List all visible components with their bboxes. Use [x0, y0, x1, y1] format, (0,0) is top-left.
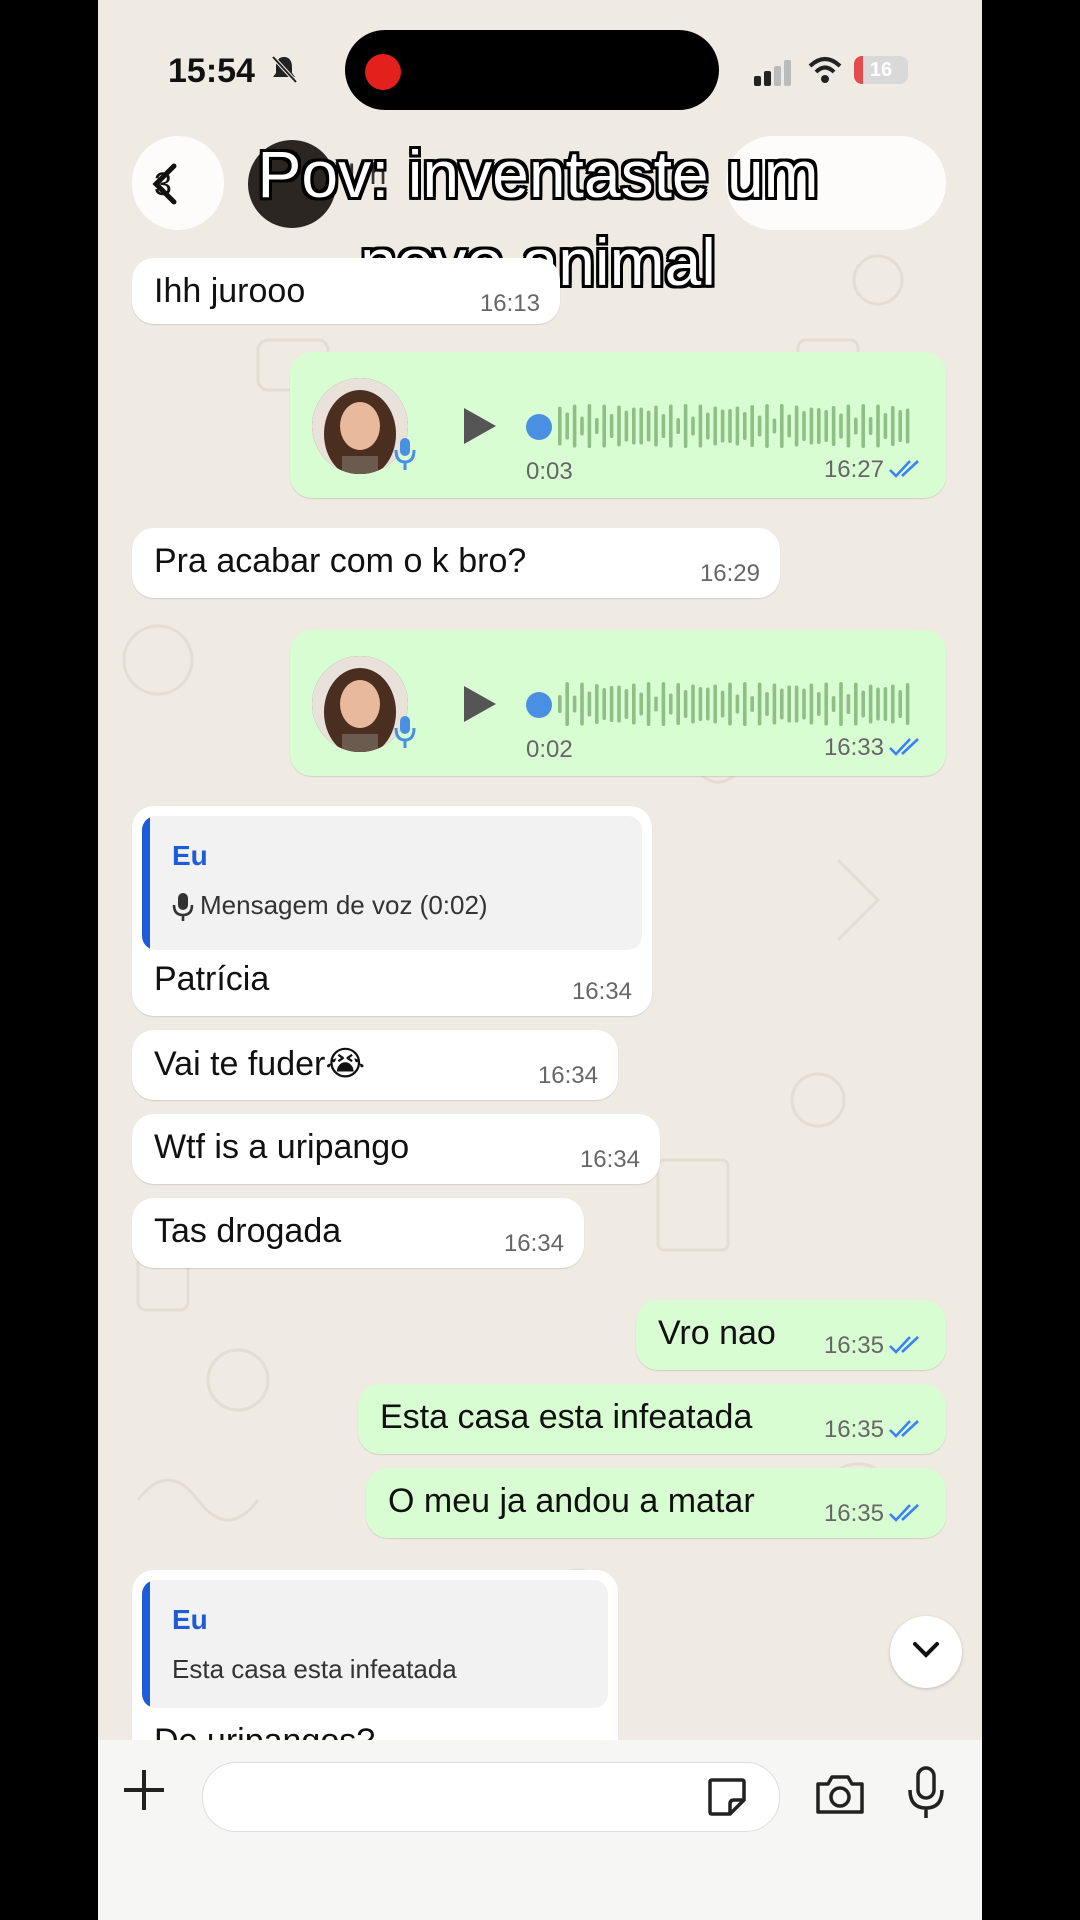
- camera-icon[interactable]: [814, 1772, 866, 1816]
- message-time: 16:13: [479, 290, 540, 317]
- clock: 15:54: [168, 52, 255, 90]
- chevron-down-icon: [913, 1642, 939, 1658]
- read-receipt-icon: [889, 1504, 919, 1522]
- plus-icon[interactable]: [122, 1768, 166, 1812]
- message-time: 16:35: [823, 1416, 884, 1443]
- voice-duration: 0:02: [526, 736, 573, 763]
- silent-bell-icon: [271, 55, 298, 84]
- message-bubble[interactable]: Ihh jurooo 16:13: [132, 258, 560, 324]
- quoted-message[interactable]: Eu Esta casa esta infeatada: [142, 1580, 608, 1708]
- quote-text: Esta casa esta infeatada: [172, 1654, 457, 1684]
- unread-count: 3: [154, 166, 172, 202]
- status-bar: 15:54 16: [98, 0, 982, 140]
- play-icon[interactable]: [460, 404, 500, 448]
- message-text: Vai te fuder😭: [154, 1045, 366, 1083]
- quote-text-label: Mensagem de voz (0:02): [200, 890, 488, 920]
- quote-author: Eu: [172, 1604, 208, 1635]
- microphone-icon: [394, 438, 416, 470]
- message-text: Tas drogada: [154, 1212, 342, 1250]
- cellular-signal-icon: [754, 60, 791, 86]
- voice-message[interactable]: 0:03 16:27: [290, 352, 946, 498]
- battery-percent: 16: [869, 59, 893, 81]
- message-time: 16:33: [823, 734, 884, 761]
- message-bubble[interactable]: O meu ja andou a matar 16:35: [366, 1468, 946, 1538]
- sticker-icon[interactable]: [706, 1776, 748, 1818]
- read-receipt-icon: [889, 460, 919, 478]
- quote-accent-bar: [142, 816, 150, 950]
- chat-screen: 15:54 16 3 Uh Pov: inventaste um novo an…: [98, 0, 982, 1920]
- microphone-icon: [172, 893, 194, 922]
- message-time: 16:29: [699, 560, 760, 587]
- message-bubble[interactable]: Pra acabar com o k bro? 16:29: [132, 528, 780, 598]
- dynamic-island: [345, 30, 719, 110]
- message-text: Esta casa esta infeatada: [380, 1398, 753, 1436]
- message-text: Patrícia: [154, 960, 270, 998]
- scroll-to-bottom-button[interactable]: [890, 1616, 962, 1688]
- quote-author: Eu: [172, 840, 208, 871]
- message-time: 16:35: [823, 1500, 884, 1527]
- message-text: O meu ja andou a matar: [388, 1482, 755, 1520]
- recording-indicator-icon: [365, 54, 401, 90]
- message-bubble[interactable]: Vai te fuder😭 16:34: [132, 1030, 618, 1100]
- message-bubble[interactable]: Tas drogada 16:34: [132, 1198, 584, 1268]
- read-receipt-icon: [889, 738, 919, 756]
- message-time: 16:34: [503, 1230, 564, 1257]
- microphone-icon: [394, 716, 416, 748]
- quote-accent-bar: [142, 1580, 150, 1708]
- back-button[interactable]: [132, 136, 224, 230]
- quoted-message[interactable]: Eu Mensagem de voz (0:02): [142, 816, 642, 950]
- voice-message[interactable]: 0:02 16:33: [290, 630, 946, 776]
- composer-bar: [98, 1740, 982, 1920]
- message-text: Pra acabar com o k bro?: [154, 542, 527, 580]
- message-text: Ihh jurooo: [154, 272, 306, 310]
- message-input[interactable]: [202, 1762, 780, 1832]
- message-bubble[interactable]: Vro nao 16:35: [636, 1300, 946, 1370]
- message-time: 16:35: [823, 1332, 884, 1359]
- message-text: Wtf is a uripango: [154, 1128, 410, 1166]
- message-bubble[interactable]: Eu Mensagem de voz (0:02) Patrícia 16:34: [132, 806, 652, 1016]
- message-time: 16:34: [571, 978, 632, 1005]
- message-bubble[interactable]: Wtf is a uripango 16:34: [132, 1114, 660, 1184]
- read-receipt-icon: [889, 1336, 919, 1354]
- microphone-icon[interactable]: [906, 1766, 946, 1820]
- play-icon[interactable]: [460, 682, 500, 726]
- playback-position[interactable]: [526, 692, 552, 718]
- waveform[interactable]: [558, 394, 918, 458]
- wifi-icon: [808, 57, 842, 83]
- message-time: 16:34: [579, 1146, 640, 1173]
- message-time: 16:34: [537, 1062, 598, 1089]
- voice-duration: 0:03: [526, 458, 573, 485]
- read-receipt-icon: [889, 1420, 919, 1438]
- message-time: 16:27: [823, 456, 884, 483]
- quote-text: Mensagem de voz (0:02): [172, 890, 488, 922]
- battery-icon: 16: [854, 56, 908, 84]
- message-bubble[interactable]: Esta casa esta infeatada 16:35: [358, 1384, 946, 1454]
- message-text: Vro nao: [658, 1314, 776, 1352]
- waveform[interactable]: [558, 672, 918, 736]
- playback-position[interactable]: [526, 414, 552, 440]
